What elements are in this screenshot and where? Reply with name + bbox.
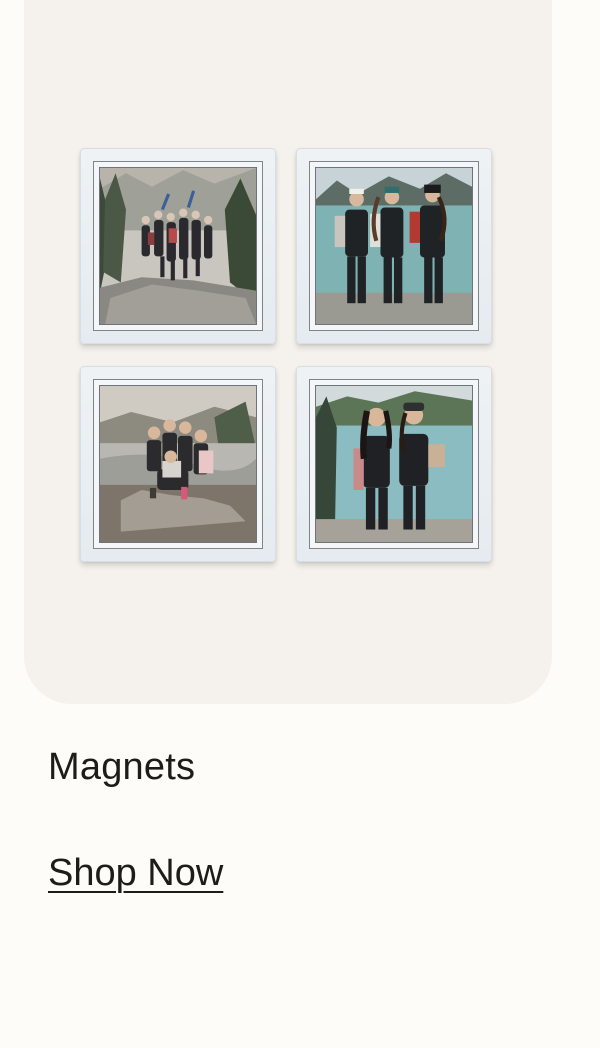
shop-now-link[interactable]: Shop Now <box>48 852 223 895</box>
magnet-grid <box>80 148 492 564</box>
photo-magnet <box>80 366 276 562</box>
photo-magnet <box>80 148 276 344</box>
product-image-card[interactable] <box>24 0 552 704</box>
lake-photo-image <box>316 168 472 324</box>
river-group-photo-image <box>100 386 256 542</box>
magnet-frame <box>93 161 263 331</box>
magnet-photo <box>99 167 257 325</box>
magnet-frame <box>309 161 479 331</box>
magnet-photo <box>315 385 473 543</box>
magnet-photo <box>315 167 473 325</box>
photo-magnet <box>296 366 492 562</box>
two-friends-photo-image <box>316 386 472 542</box>
magnet-photo <box>99 385 257 543</box>
group-photo-image <box>100 168 256 324</box>
magnet-frame <box>309 379 479 549</box>
magnet-frame <box>93 379 263 549</box>
product-title: Magnets <box>48 746 196 788</box>
photo-magnet <box>296 148 492 344</box>
